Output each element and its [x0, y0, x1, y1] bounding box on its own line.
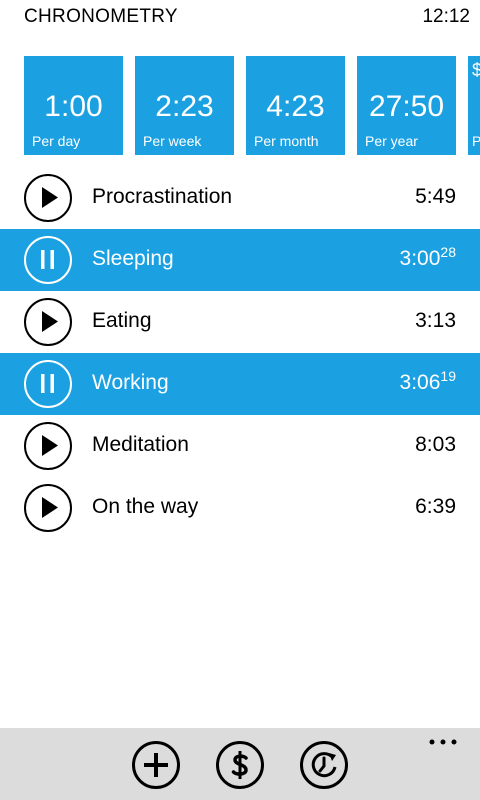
- activity-row-procrastination[interactable]: Procrastination 5:49: [0, 167, 480, 229]
- play-icon[interactable]: [24, 298, 72, 346]
- activity-name: Sleeping: [92, 247, 174, 270]
- tile-value: 2:23: [155, 90, 214, 123]
- tile-partial[interactable]: $ P: [468, 56, 480, 155]
- tile-per-month[interactable]: 4:23 Per month: [246, 56, 345, 155]
- activity-row-sleeping[interactable]: Sleeping 3:0028: [0, 229, 480, 291]
- activity-name: Procrastination: [92, 185, 233, 208]
- activity-row-eating[interactable]: Eating 3:13: [0, 291, 480, 353]
- activity-name: Working: [92, 371, 169, 394]
- add-icon[interactable]: [132, 741, 180, 789]
- activity-list: Procrastination 5:49 Sleeping 3:0028 Eat…: [0, 167, 480, 539]
- tile-value: 4:23: [266, 90, 325, 123]
- app-title: CHRONOMETRY: [24, 6, 178, 27]
- activity-time: 3:13: [415, 309, 456, 332]
- tile-value: 1:00: [44, 90, 103, 123]
- app-window: CHRONOMETRY 12:12 1:00 Per day 2:23 Per …: [0, 0, 480, 800]
- status-bar: CHRONOMETRY 12:12: [0, 0, 480, 34]
- tile-label: Per month: [254, 133, 319, 149]
- history-icon[interactable]: [300, 741, 348, 789]
- activity-row-working[interactable]: Working 3:0619: [0, 353, 480, 415]
- tile-label: Per week: [143, 133, 202, 149]
- tile-label: Per year: [365, 133, 418, 149]
- activity-name: Meditation: [92, 433, 189, 456]
- activity-time: 6:39: [415, 495, 456, 518]
- play-icon[interactable]: [24, 422, 72, 470]
- activity-time: 8:03: [415, 433, 456, 456]
- tile-label: P: [472, 133, 480, 149]
- summary-tiles[interactable]: 1:00 Per day 2:23 Per week 4:23 Per mont…: [24, 56, 480, 156]
- activity-row-on-the-way[interactable]: On the way 6:39: [0, 477, 480, 539]
- activity-time: 5:49: [415, 185, 456, 208]
- activity-name: Eating: [92, 309, 152, 332]
- dollar-icon[interactable]: [216, 741, 264, 789]
- tile-value: $: [472, 60, 480, 80]
- pause-icon[interactable]: [24, 360, 72, 408]
- tile-value: 27:50: [368, 90, 445, 123]
- pause-icon[interactable]: [24, 236, 72, 284]
- clock: 12:12: [422, 6, 470, 27]
- app-bar: [0, 728, 480, 800]
- play-icon[interactable]: [24, 174, 72, 222]
- activity-row-meditation[interactable]: Meditation 8:03: [0, 415, 480, 477]
- play-icon[interactable]: [24, 484, 72, 532]
- activity-name: On the way: [92, 495, 199, 518]
- tile-per-week[interactable]: 2:23 Per week: [135, 56, 234, 155]
- tile-per-day[interactable]: 1:00 Per day: [24, 56, 123, 155]
- more-dots-icon[interactable]: [428, 738, 458, 746]
- activity-time: 3:0619: [399, 368, 456, 394]
- tile-per-year[interactable]: 27:50 Per year: [357, 56, 456, 155]
- tile-label: Per day: [32, 133, 81, 149]
- activity-time: 3:0028: [399, 244, 456, 270]
